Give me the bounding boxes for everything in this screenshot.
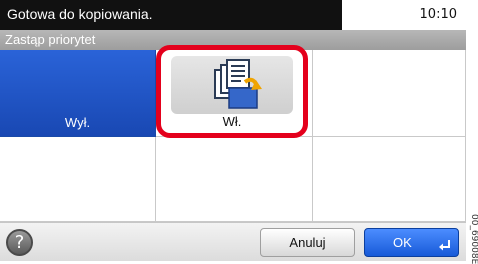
clock: 10:10	[419, 7, 457, 22]
enter-arrow-icon	[439, 240, 450, 251]
bottom-bar: ? Anuluj OK	[0, 222, 466, 261]
help-button[interactable]: ?	[6, 229, 33, 256]
empty-cell	[0, 137, 156, 222]
copy-documents-icon	[214, 59, 262, 109]
empty-cell	[156, 137, 313, 222]
clock-area: 10:10	[342, 0, 466, 30]
ok-button[interactable]: OK	[364, 228, 459, 257]
option-on-button[interactable]: Wł.	[156, 45, 308, 138]
page-title: Zastąp priorytet	[5, 32, 96, 47]
side-code-text: 00_69008E	[469, 214, 478, 264]
status-message-area: Gotowa do kopiowania.	[0, 0, 342, 30]
option-on-icon-box	[171, 56, 293, 114]
status-message: Gotowa do kopiowania.	[7, 6, 153, 22]
side-code: 00_69008E	[466, 0, 478, 264]
option-off-label: Wył.	[64, 115, 91, 130]
empty-cell	[313, 137, 466, 222]
cancel-button[interactable]: Anuluj	[260, 228, 355, 257]
cancel-label: Anuluj	[289, 235, 326, 250]
copy-screen: Gotowa do kopiowania. 10:10 Zastąp prior…	[0, 0, 466, 261]
status-bar: Gotowa do kopiowania. 10:10	[0, 0, 466, 30]
empty-cell	[313, 50, 466, 137]
help-icon: ?	[14, 232, 25, 253]
ok-label: OK	[393, 235, 412, 250]
option-on-label: Wł.	[222, 114, 242, 129]
option-off-button[interactable]: Wył.	[0, 50, 156, 137]
